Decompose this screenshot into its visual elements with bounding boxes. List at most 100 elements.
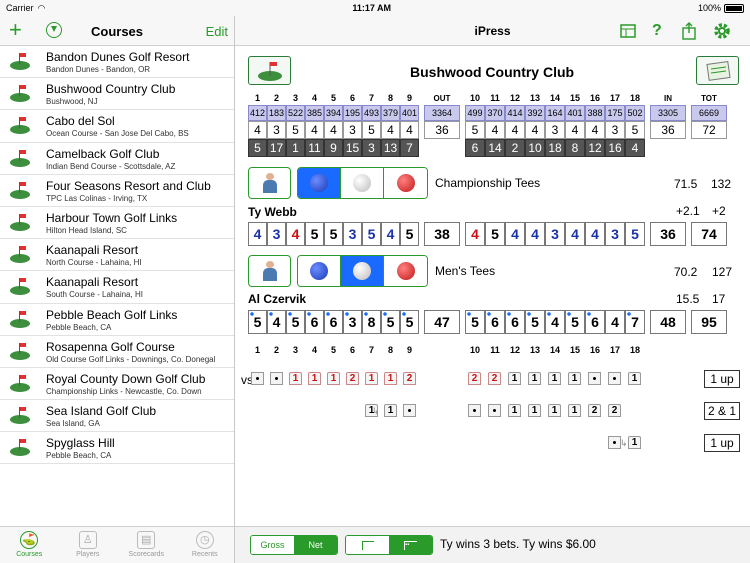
p1row-cell[interactable]: 38 — [424, 222, 460, 246]
p2row-cell[interactable]: 4 — [545, 310, 565, 334]
table-view-icon[interactable] — [620, 21, 636, 41]
course-list-item[interactable]: Bandon Dunes Golf Resort Bandon Dunes - B… — [0, 46, 234, 79]
p1row-cell[interactable]: 5 — [324, 222, 343, 246]
p2row-cell[interactable]: 5 — [465, 310, 485, 334]
bet-result[interactable]: 1 up — [704, 434, 740, 452]
p1row-cell[interactable]: 4 — [381, 222, 400, 246]
p2row-cell[interactable]: 5 — [565, 310, 585, 334]
course-list-item[interactable]: Pebble Beach Golf Links Pebble Beach, CA — [0, 304, 234, 336]
p1row-cell[interactable]: 3 — [267, 222, 286, 246]
edit-button[interactable]: Edit — [206, 24, 228, 39]
course-select-button[interactable] — [248, 56, 291, 85]
tab-players[interactable]: ♙ Players — [59, 527, 118, 563]
p1row-cell[interactable]: 74 — [691, 222, 727, 246]
p2row-cell[interactable]: 5 — [248, 310, 267, 334]
p2row-cell[interactable]: 3 — [343, 310, 362, 334]
p2row-cell[interactable]: 8 — [362, 310, 381, 334]
p1row-cell[interactable]: 4 — [585, 222, 605, 246]
course-list-item[interactable]: Four Seasons Resort and Club TPC Las Coli… — [0, 175, 234, 207]
match-view-option[interactable] — [346, 536, 389, 554]
white-tee-option[interactable] — [341, 256, 384, 286]
p1row-cell[interactable]: 3 — [343, 222, 362, 246]
flag-view-option[interactable]: ▪▪ — [389, 536, 432, 554]
p2row-cell[interactable]: 5 — [400, 310, 419, 334]
course-list-item[interactable]: Bushwood Country Club Bushwood, NJ — [0, 78, 234, 111]
player-score-row: 5 4 5 6 6 3 8 5 5 47 5 6 6 5 4 5 6 4 7 48 95 — [235, 310, 750, 334]
p2row-cell[interactable]: 4 — [605, 310, 625, 334]
bet-result[interactable]: 2 & 1 — [704, 402, 740, 420]
tab-recents[interactable]: ◷ Recents — [176, 527, 235, 563]
p1row-cell[interactable]: 4 — [505, 222, 525, 246]
gross-net-toggle[interactable]: Gross Net — [250, 535, 338, 555]
p2row-cell[interactable]: 6 — [505, 310, 525, 334]
course-list-item[interactable]: Cabo del Sol Ocean Course - San Jose Del … — [0, 110, 234, 143]
p2row-cell[interactable]: 5 — [381, 310, 400, 334]
player-button[interactable] — [248, 255, 291, 287]
parrow-cell: 5 — [625, 121, 645, 139]
p1row-cell[interactable]: 5 — [362, 222, 381, 246]
view-mode-toggle[interactable]: ▪▪ — [345, 535, 433, 555]
p2row-cell[interactable]: 6 — [585, 310, 605, 334]
blue-tee-option[interactable] — [298, 168, 341, 198]
white-tee-option[interactable] — [341, 168, 384, 198]
p1row-cell[interactable]: 4 — [565, 222, 585, 246]
p2row-cell[interactable]: 5 — [525, 310, 545, 334]
p2row-cell[interactable]: 48 — [650, 310, 686, 334]
course-list-item[interactable]: Kaanapali Resort South Course - Lahaina, … — [0, 271, 234, 304]
tab-scorecards[interactable]: ▤ Scorecards — [117, 527, 176, 563]
p2row-cell[interactable]: 6 — [324, 310, 343, 334]
course-list-item[interactable]: Kaanapali Resort North Course - Lahaina, … — [0, 239, 234, 272]
p1row-cell[interactable]: 4 — [525, 222, 545, 246]
p1row-cell[interactable]: 5 — [625, 222, 645, 246]
p1row-cell[interactable]: 3 — [605, 222, 625, 246]
p2row-cell[interactable]: 95 — [691, 310, 727, 334]
yardrow-cell: 388 — [585, 105, 605, 121]
match-hole-number: 8 — [387, 345, 393, 355]
course-list-item[interactable]: Sea Island Golf Club Sea Island, GA — [0, 400, 234, 433]
p2row-cell[interactable]: 47 — [424, 310, 460, 334]
tab-courses[interactable]: ⛳ Courses — [0, 527, 59, 563]
course-name: Camelback Golf Club — [46, 146, 160, 161]
gross-option[interactable]: Gross — [251, 536, 294, 554]
player-button[interactable] — [248, 167, 291, 199]
blue-tee-option[interactable] — [298, 256, 341, 286]
scorecard-button[interactable] — [696, 56, 739, 85]
course-list-item[interactable]: Rosapenna Golf Course Old Course Golf Lin… — [0, 336, 234, 368]
net-option[interactable]: Net — [294, 536, 337, 554]
p2row-cell[interactable]: 5 — [286, 310, 305, 334]
p1row-cell[interactable]: 4 — [286, 222, 305, 246]
hdrrow-cell: 16 — [589, 93, 600, 103]
course-list-item[interactable]: Spyglass Hill Pebble Beach, CA — [0, 432, 234, 465]
hdrrow-cell: TOT — [701, 93, 717, 103]
course-list-item[interactable]: Harbour Town Golf Links Hilton Head Islan… — [0, 207, 234, 240]
par-row: 4 3 5 4 4 3 5 4 4 36 5 4 4 4 3 4 4 3 5 36 72 — [235, 121, 750, 139]
gear-icon[interactable] — [713, 21, 731, 41]
bet-result[interactable]: 1 up — [704, 370, 740, 388]
tee-selector[interactable] — [297, 167, 428, 199]
p1row-cell[interactable]: 3 — [545, 222, 565, 246]
red-tee-option[interactable] — [384, 168, 427, 198]
p2row-cell[interactable]: 6 — [485, 310, 505, 334]
p2row-cell[interactable]: 7 — [625, 310, 645, 334]
hcprow-cell: 17 — [267, 139, 286, 157]
red-tee-option[interactable] — [384, 256, 427, 286]
p1row-cell[interactable]: 5 — [400, 222, 419, 246]
share-icon[interactable] — [682, 21, 696, 41]
p1row-cell[interactable]: 5 — [485, 222, 505, 246]
course-list-item[interactable]: Royal County Down Golf Club Championship … — [0, 368, 234, 401]
course-list-item[interactable]: Camelback Golf Club Indian Bend Course - … — [0, 143, 234, 175]
p1row-cell[interactable]: 4 — [248, 222, 267, 246]
p2row-cell[interactable]: 6 — [305, 310, 324, 334]
course-icon — [258, 62, 282, 81]
hdrrow-cell: IN — [664, 93, 672, 103]
ball-icon — [396, 262, 415, 280]
p1row-cell[interactable]: 4 — [465, 222, 485, 246]
hdrrow-cell: 15 — [569, 93, 580, 103]
hdrrow-cell: 9 — [406, 93, 412, 103]
course-location: Bushwood, NJ — [46, 97, 98, 107]
p1row-cell[interactable]: 36 — [650, 222, 686, 246]
tee-selector[interactable] — [297, 255, 428, 287]
p2row-cell[interactable]: 4 — [267, 310, 286, 334]
p1row-cell[interactable]: 5 — [305, 222, 324, 246]
help-icon[interactable]: ? — [652, 21, 662, 41]
